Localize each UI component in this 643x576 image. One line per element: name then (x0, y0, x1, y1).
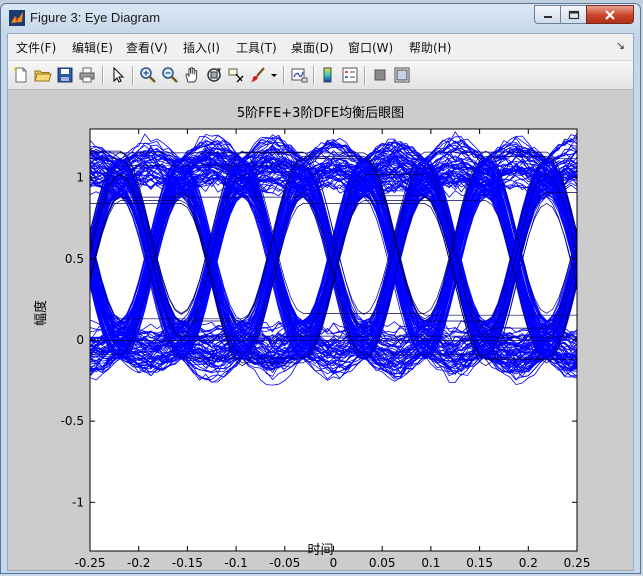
minimize-icon (543, 15, 552, 18)
toolbar-separator (364, 66, 366, 85)
menu-insert[interactable]: 插入(I) (183, 39, 220, 56)
close-icon (605, 9, 615, 20)
maximize-button[interactable] (560, 5, 587, 24)
hide-plot-tools-icon[interactable] (371, 66, 389, 84)
menu-help[interactable]: 帮助(H) (409, 39, 451, 56)
x-tick-label: -0.2 (127, 556, 150, 570)
menu-window[interactable]: 窗口(W) (348, 39, 393, 56)
y-tick-label: 0 (76, 333, 84, 347)
link-plot-icon[interactable] (290, 66, 308, 84)
pan-hand-icon[interactable] (183, 66, 201, 84)
menu-view[interactable]: 查看(V) (126, 39, 168, 56)
x-tick-label: -0.05 (269, 556, 300, 570)
data-cursor-icon[interactable] (227, 66, 245, 84)
window-title: Figure 3: Eye Diagram (30, 10, 161, 25)
matlab-icon (9, 10, 25, 26)
x-tick-label: -0.1 (224, 556, 247, 570)
x-tick-label: 0.25 (564, 556, 591, 570)
y-tick-label: 0.5 (65, 252, 84, 266)
y-tick-label: 1 (76, 171, 84, 185)
menu-file[interactable]: 文件(F) (16, 39, 56, 56)
menu-edit[interactable]: 编辑(E) (72, 39, 113, 56)
close-button[interactable] (586, 5, 634, 24)
x-tick-label: 0.1 (421, 556, 440, 570)
menu-bar: 文件(F) 编辑(E) 查看(V) 插入(I) 工具(T) 桌面(D) 窗口(W… (8, 34, 633, 60)
eye-diagram-plot[interactable]: -0.25 -0.2 -0.15 -0.1 -0.05 0 0.05 0.1 0.15 0.2 0.… (8, 90, 633, 570)
y-axis-label: 幅度 (34, 299, 49, 326)
dock-arrow-icon[interactable]: ↘ (616, 39, 625, 52)
x-tick-label: 0.15 (466, 556, 493, 570)
colorbar-icon[interactable] (319, 66, 337, 84)
brush-icon[interactable] (249, 66, 267, 84)
zoom-in-icon[interactable] (139, 66, 157, 84)
toolbar-separator (132, 66, 134, 85)
maximize-icon (568, 10, 579, 19)
x-tick-label: -0.15 (172, 556, 203, 570)
minimize-button[interactable] (534, 5, 561, 24)
open-file-icon[interactable] (34, 66, 52, 84)
dropdown-icon[interactable] (270, 66, 278, 84)
zoom-out-icon[interactable] (161, 66, 179, 84)
x-tick-label: 0.05 (369, 556, 396, 570)
chart-title: 5阶FFE+3阶DFE均衡后眼图 (236, 106, 405, 121)
pointer-icon[interactable] (109, 66, 127, 84)
rotate-3d-icon[interactable] (205, 66, 223, 84)
x-tick-label: -0.25 (74, 556, 105, 570)
title-bar[interactable]: Figure 3: Eye Diagram (1, 4, 640, 32)
new-file-icon[interactable] (12, 66, 30, 84)
x-axis-label: 时间 (307, 543, 334, 558)
menu-tools[interactable]: 工具(T) (236, 39, 277, 56)
toolbar-separator (102, 66, 104, 85)
legend-icon[interactable] (341, 66, 359, 84)
toolbar-separator (313, 66, 315, 85)
figure-canvas: -0.25 -0.2 -0.15 -0.1 -0.05 0 0.05 0.1 0.15 0.2 0.… (8, 90, 633, 570)
save-icon[interactable] (56, 66, 74, 84)
print-icon[interactable] (78, 66, 96, 84)
show-plot-tools-icon[interactable] (393, 66, 411, 84)
y-tick-label: -0.5 (61, 414, 84, 428)
figure-window: Figure 3: Eye Diagram 文件(F) 编辑(E) 查看(V) … (0, 3, 641, 574)
x-tick-label: 0.2 (519, 556, 538, 570)
client-area: 文件(F) 编辑(E) 查看(V) 插入(I) 工具(T) 桌面(D) 窗口(W… (7, 33, 634, 571)
y-tick-label: -1 (72, 495, 84, 509)
menu-desktop[interactable]: 桌面(D) (291, 39, 334, 56)
toolbar-separator (283, 66, 285, 85)
x-tick-label: 0 (330, 556, 338, 570)
figure-toolbar (8, 60, 633, 90)
